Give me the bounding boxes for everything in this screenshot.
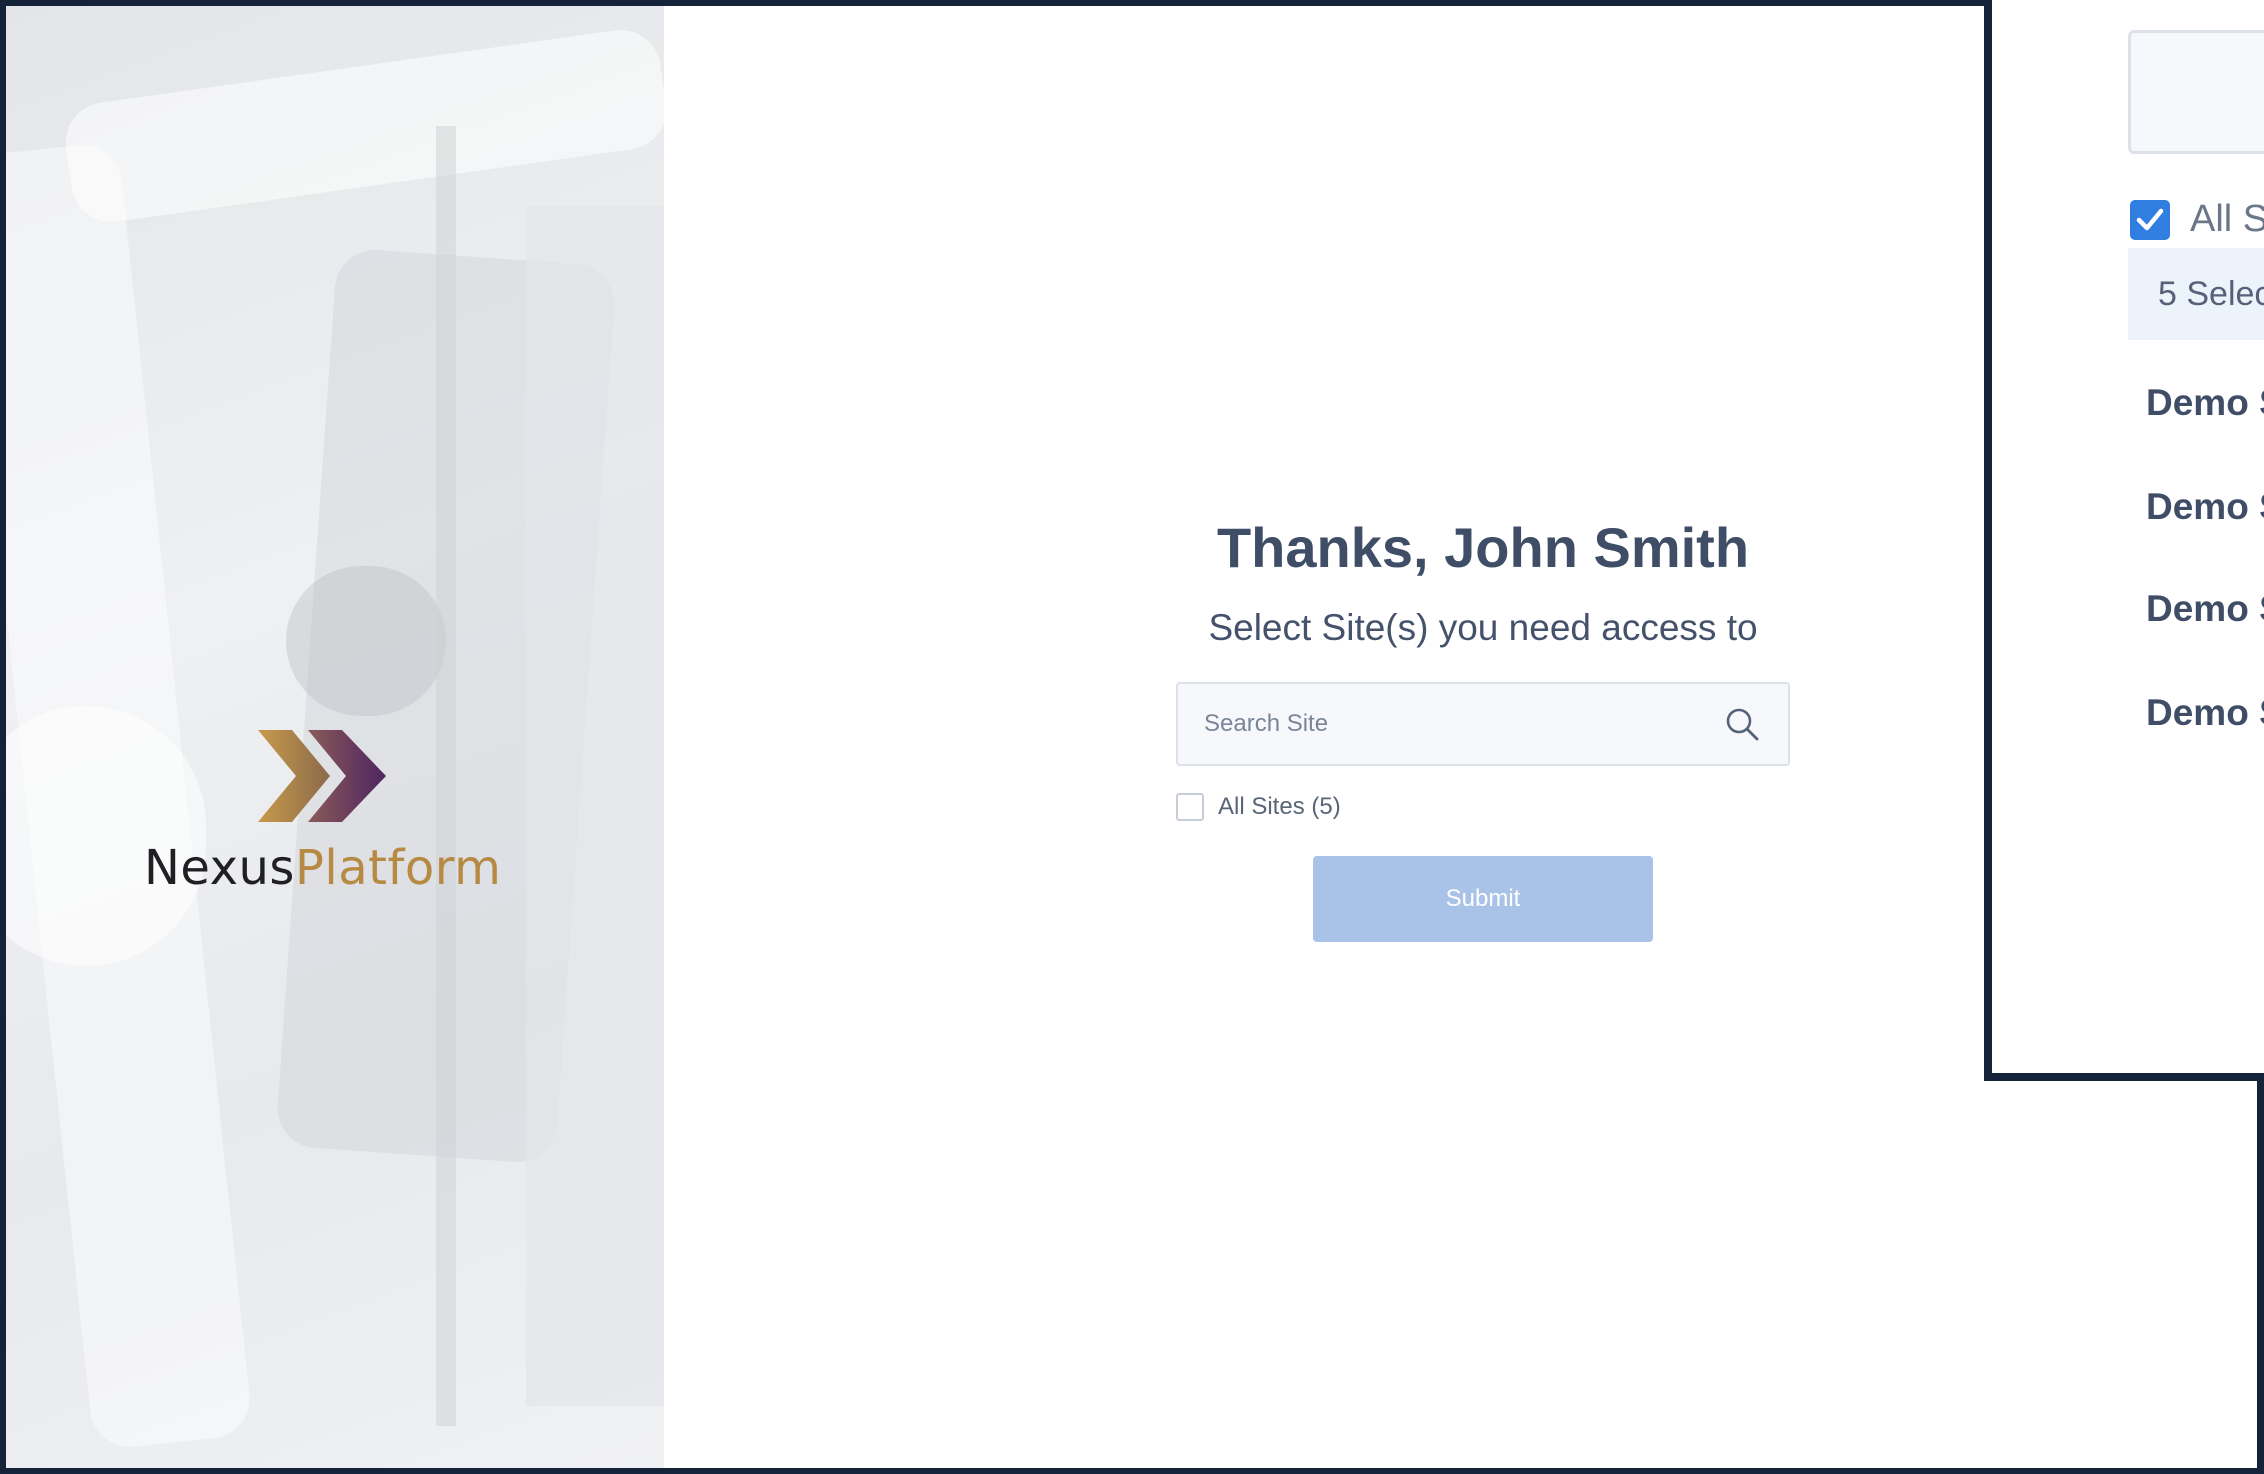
inset-search-field[interactable] bbox=[2128, 30, 2264, 154]
hero-shape bbox=[286, 566, 446, 716]
zoomed-inset-window: All Si 5 Selec Demo S Demo S Demo S Demo… bbox=[1984, 0, 2264, 1081]
search-icon[interactable] bbox=[1724, 706, 1760, 742]
site-list-item[interactable]: Demo S bbox=[2146, 382, 2264, 424]
app-frame: NexusPlatform Thanks, John Smith Select … bbox=[0, 0, 2264, 1474]
double-chevron-logo-icon bbox=[258, 730, 386, 822]
site-list-item[interactable]: Demo S bbox=[2146, 588, 2264, 630]
site-list-item[interactable]: Demo S bbox=[2146, 486, 2264, 528]
inset-all-sites-label: All Si bbox=[2190, 198, 2264, 240]
search-site-field bbox=[1176, 682, 1790, 766]
main-window: NexusPlatform Thanks, John Smith Select … bbox=[6, 6, 2258, 1468]
checkmark-icon bbox=[2136, 208, 2164, 230]
hero-shape bbox=[526, 206, 664, 1406]
all-sites-checkbox[interactable] bbox=[1176, 793, 1204, 821]
zoomed-inset-content: All Si 5 Selec Demo S Demo S Demo S Demo… bbox=[1992, 0, 2264, 1073]
all-sites-option[interactable]: All Sites (5) bbox=[1176, 792, 1790, 822]
inset-all-sites-option[interactable]: All Si bbox=[2130, 198, 2264, 241]
selected-count-bar: 5 Selec bbox=[2128, 248, 2264, 340]
brand-name-part2: Platform bbox=[294, 840, 502, 896]
hero-shape bbox=[60, 24, 664, 228]
page-title: Thanks, John Smith bbox=[1216, 516, 1750, 579]
all-sites-label: All Sites (5) bbox=[1218, 793, 1341, 820]
site-list-item[interactable]: Demo S bbox=[2146, 692, 2264, 734]
page-subtitle: Select Site(s) you need access to bbox=[1208, 607, 1758, 648]
brand-name-part1: Nexus bbox=[144, 840, 295, 896]
hero-image-panel: NexusPlatform bbox=[6, 6, 664, 1468]
submit-button[interactable]: Submit bbox=[1313, 856, 1653, 942]
all-sites-checkbox-checked[interactable] bbox=[2130, 199, 2170, 240]
site-selection-form: Thanks, John Smith Select Site(s) you ne… bbox=[1176, 514, 1790, 942]
search-input[interactable] bbox=[1178, 684, 1718, 764]
brand-logo: NexusPlatform bbox=[144, 728, 504, 908]
brand-wordmark: NexusPlatform bbox=[144, 840, 504, 896]
frame-edge bbox=[2257, 1081, 2264, 1474]
